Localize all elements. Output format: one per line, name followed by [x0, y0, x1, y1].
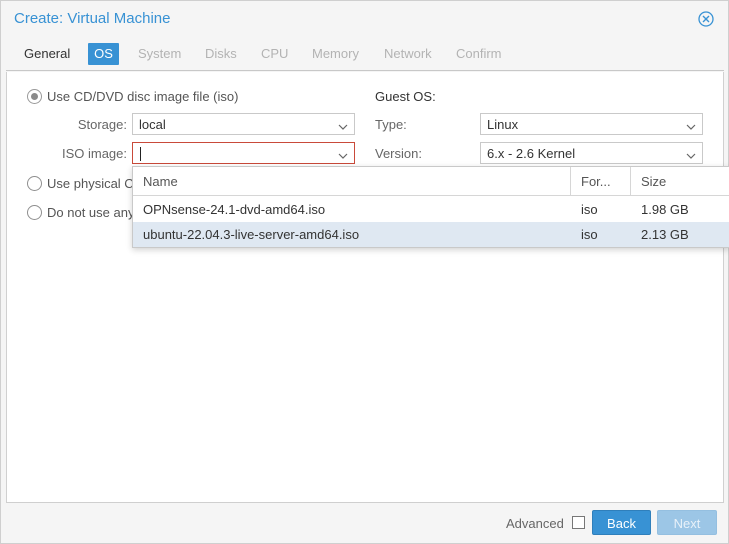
os-version-label: Version: — [375, 146, 422, 161]
column-header-format[interactable]: For... — [571, 167, 631, 196]
dialog-titlebar: Create: Virtual Machine — [1, 1, 728, 37]
iso-format-cell: iso — [581, 227, 598, 242]
column-header-name[interactable]: Name — [133, 167, 571, 196]
tab-general[interactable]: General — [18, 43, 76, 65]
tab-system[interactable]: System — [132, 43, 187, 65]
radio-use-physical-label: Use physical C — [47, 175, 134, 191]
chevron-down-icon[interactable] — [686, 120, 696, 130]
back-button[interactable]: Back — [592, 510, 651, 535]
radio-use-iso[interactable]: Use CD/DVD disc image file (iso) — [27, 87, 238, 105]
iso-list-row-selected[interactable]: ubuntu-22.04.3-live-server-amd64.iso iso… — [133, 222, 729, 247]
os-version-value: 6.x - 2.6 Kernel — [487, 146, 576, 161]
advanced-checkbox[interactable] — [572, 516, 585, 529]
iso-size-cell: 2.13 GB — [641, 227, 689, 242]
wizard-tabbar: General OS System Disks CPU Memory Netwo… — [6, 41, 724, 71]
storage-value: local — [139, 117, 166, 132]
tab-cpu[interactable]: CPU — [255, 43, 294, 65]
text-caret — [140, 147, 141, 161]
iso-name-cell: OPNsense-24.1-dvd-amd64.iso — [143, 202, 326, 217]
chevron-down-icon[interactable] — [338, 120, 348, 130]
iso-format-cell: iso — [581, 202, 598, 217]
os-type-combo[interactable]: Linux — [480, 113, 703, 135]
iso-name-cell: ubuntu-22.04.3-live-server-amd64.iso — [143, 227, 360, 242]
chevron-down-icon[interactable] — [686, 149, 696, 159]
tab-network[interactable]: Network — [378, 43, 438, 65]
iso-image-combo[interactable] — [132, 142, 355, 164]
radio-no-media[interactable]: Do not use any — [27, 203, 134, 221]
tab-confirm[interactable]: Confirm — [450, 43, 508, 65]
radio-button[interactable] — [27, 175, 42, 191]
close-icon[interactable] — [698, 11, 714, 27]
tab-disks[interactable]: Disks — [199, 43, 243, 65]
os-panel — [6, 72, 724, 502]
iso-image-label: ISO image: — [61, 146, 127, 161]
dialog-title: Create: Virtual Machine — [14, 10, 171, 27]
storage-label: Storage: — [77, 117, 127, 132]
radio-use-physical[interactable]: Use physical C — [27, 174, 134, 192]
os-type-value: Linux — [487, 117, 519, 132]
iso-picker-header: Name For... Size — [133, 167, 729, 196]
tab-memory[interactable]: Memory — [306, 43, 365, 65]
tab-os[interactable]: OS — [88, 43, 119, 65]
radio-button[interactable] — [27, 204, 42, 220]
dialog-footer: Advanced Back Next — [6, 502, 724, 543]
radio-use-iso-label: Use CD/DVD disc image file (iso) — [47, 88, 239, 104]
advanced-label: Advanced — [506, 516, 564, 531]
guest-os-title: Guest OS: — [375, 89, 436, 104]
radio-no-media-label: Do not use any — [47, 204, 135, 220]
os-version-combo[interactable]: 6.x - 2.6 Kernel — [480, 142, 703, 164]
iso-list-row[interactable]: OPNsense-24.1-dvd-amd64.iso iso 1.98 GB — [133, 197, 729, 222]
chevron-down-icon[interactable] — [338, 149, 348, 159]
next-button[interactable]: Next — [657, 510, 717, 535]
os-type-label: Type: — [375, 117, 407, 132]
column-header-size[interactable]: Size — [631, 167, 729, 196]
iso-size-cell: 1.98 GB — [641, 202, 689, 217]
storage-combo[interactable]: local — [132, 113, 355, 135]
iso-picker-dropdown: Name For... Size OPNsense-24.1-dvd-amd64… — [132, 166, 729, 248]
create-vm-dialog: Create: Virtual Machine General OS Syste… — [0, 0, 729, 544]
radio-button-checked[interactable] — [27, 88, 42, 104]
